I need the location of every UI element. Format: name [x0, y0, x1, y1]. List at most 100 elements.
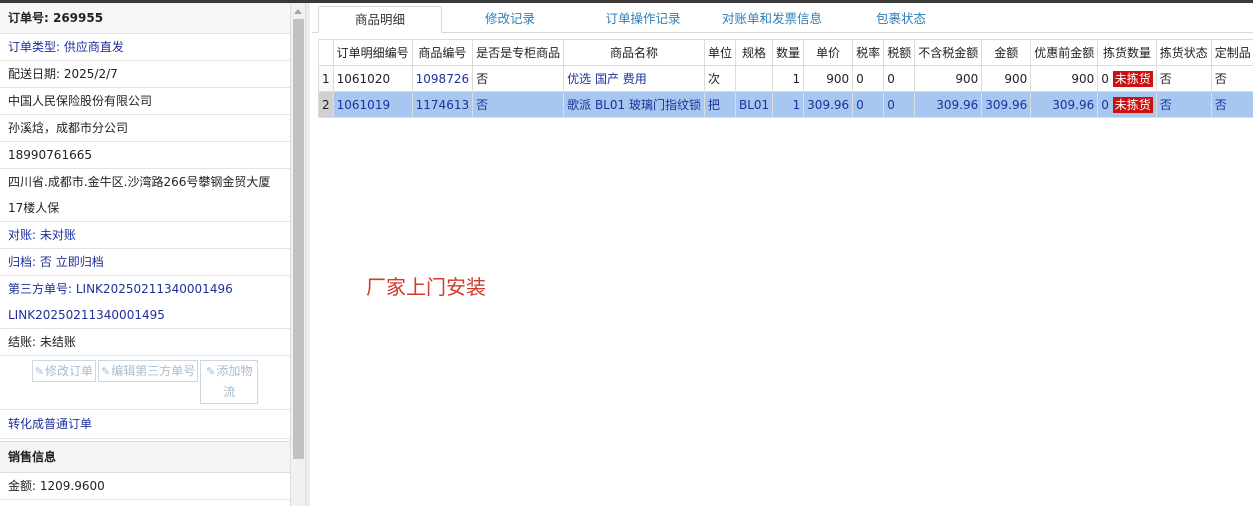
tax-rate-cell: 0 [852, 65, 885, 92]
custom-cell: 否 [1155, 65, 1212, 92]
tab-goods-detail[interactable]: 商品明细 [318, 6, 442, 33]
goods-no-link[interactable]: 1098726 [411, 65, 474, 92]
col-header[interactable]: 金额 [981, 39, 1032, 66]
unit-cell: 把 [703, 91, 736, 118]
add-logistics-label: 添加物流 [216, 364, 253, 399]
col-header[interactable]: 拣货数量 [1097, 39, 1157, 66]
row-number: 1 [318, 65, 334, 92]
tab-package-status[interactable]: 包裹状态 [858, 6, 944, 33]
unit-cell: 次 [703, 65, 736, 92]
customer-address: 四川省.成都市.金牛区.沙湾路266号攀钢金贸大厦17楼人保 [0, 169, 290, 222]
amount-cell: 309.96 [981, 91, 1032, 118]
net-amount-cell: 309.96 [914, 91, 983, 118]
left-panel-scrollbar[interactable] [290, 3, 306, 506]
col-header[interactable]: 税率 [852, 39, 885, 66]
order-number: 订单号: 269955 [0, 3, 290, 34]
customer-company: 中国人民保险股份有限公司 [0, 88, 290, 115]
archive-value: 否 [39, 255, 52, 269]
detail-no-cell: 1061019 [332, 91, 413, 118]
third-party-number-2: LINK20250211340001495 [0, 302, 290, 329]
pick-qty: 0 [1101, 98, 1109, 112]
counter-cell: 否 [472, 91, 565, 118]
col-header[interactable]: 订单明细编号 [332, 39, 413, 66]
row-number-header [318, 39, 334, 66]
col-header[interactable]: 定制品 [1210, 39, 1253, 66]
tab-bar: 商品明细 修改记录 订单操作记录 对账单和发票信息 包裹状态 [312, 3, 1253, 33]
pick-qty-cell: 0 未拣货 [1097, 91, 1157, 118]
panel-divider[interactable] [306, 3, 310, 506]
tax-rate-cell: 0 [852, 91, 885, 118]
row-number: 2 [318, 91, 334, 118]
sales-info-header: 销售信息 [0, 441, 290, 473]
tab-invoice-info[interactable]: 对账单和发票信息 [712, 6, 832, 33]
col-header[interactable]: 税额 [883, 39, 916, 66]
pick-status-badge: 未拣货 [1112, 71, 1153, 87]
qty-cell: 1 [772, 65, 805, 92]
pre-discount-cell: 309.96 [1030, 91, 1099, 118]
col-header[interactable]: 单价 [803, 39, 854, 66]
edit-icon: ✎ [101, 365, 111, 378]
archive-label: 归档: [8, 255, 37, 269]
table-row[interactable]: 1 1061020 1098726 否 优选 国产 费用 次 1 900 0 0… [318, 65, 1253, 92]
counter-cell: 否 [472, 65, 565, 92]
goods-name-cell: 优选 国产 费用 [563, 65, 705, 92]
scroll-thumb[interactable] [293, 19, 304, 459]
net-amount-cell: 900 [914, 65, 983, 92]
archive-now-link[interactable]: 立即归档 [56, 255, 104, 269]
goods-no-link[interactable]: 1174613 [411, 91, 474, 118]
tab-modify-log[interactable]: 修改记录 [462, 6, 558, 33]
col-header[interactable]: 商品名称 [563, 39, 705, 66]
col-header[interactable]: 是否是专柜商品 [472, 39, 565, 66]
goods-name-cell: 歌派 BL01 玻璃门指纹锁 [563, 91, 705, 118]
edit-order-label: 修改订单 [44, 364, 93, 378]
detail-panel: 商品明细 修改记录 订单操作记录 对账单和发票信息 包裹状态 订单明细编号 商品… [312, 3, 1253, 506]
price-cell: 900 [803, 65, 854, 92]
pick-qty: 0 [1101, 72, 1109, 86]
col-header[interactable]: 不含税金额 [914, 39, 983, 66]
col-header[interactable]: 商品编号 [411, 39, 474, 66]
reconcile-status: 对账: 未对账 [0, 222, 290, 249]
third-party-number: 第三方单号: LINK20250211340001496 [8, 282, 233, 296]
customer-contact: 孙溪焓，成都市分公司 [0, 115, 290, 142]
table-header-row: 订单明细编号 商品编号 是否是专柜商品 商品名称 单位 规格 数量 单价 税率 … [318, 39, 1253, 66]
col-header[interactable]: 规格 [734, 39, 774, 66]
action-buttons: ✎修改订单 ✎编辑第三方单号 ✎添加物流 [0, 356, 290, 410]
price-cell: 309.96 [803, 91, 854, 118]
col-header[interactable]: 拣货状态 [1155, 39, 1212, 66]
pick-status-badge: 未拣货 [1112, 97, 1153, 113]
amount-cell: 900 [981, 65, 1032, 92]
spec-cell: BL01 [734, 91, 774, 118]
delivery-date: 配送日期: 2025/2/7 [0, 61, 290, 88]
edit-third-party-button[interactable]: ✎编辑第三方单号 [98, 360, 199, 382]
col-header[interactable]: 优惠前金额 [1030, 39, 1099, 66]
goods-detail-table: 订单明细编号 商品编号 是否是专柜商品 商品名称 单位 规格 数量 单价 税率 … [318, 39, 1253, 118]
tab-operation-log[interactable]: 订单操作记录 [588, 6, 698, 33]
qty-cell: 1 [772, 91, 805, 118]
edit-third-party-label: 编辑第三方单号 [111, 364, 196, 378]
col-header[interactable]: 单位 [703, 39, 736, 66]
pick-qty-cell: 0 未拣货 [1097, 65, 1157, 92]
tax-cell: 0 [883, 65, 916, 92]
scroll-up-arrow-icon[interactable] [294, 9, 302, 14]
add-logistics-button[interactable]: ✎添加物流 [200, 360, 259, 404]
detail-no-cell: 1061020 [332, 65, 413, 92]
order-info-panel: 订单号: 269955 订单类型: 供应商直发 配送日期: 2025/2/7 中… [0, 3, 290, 506]
settle-status: 结账: 未结账 [0, 329, 290, 356]
installation-note: 厂家上门安装 [366, 275, 486, 299]
table-row[interactable]: 2 1061019 1174613 否 歌派 BL01 玻璃门指纹锁 把 BL0… [318, 91, 1253, 118]
col-header[interactable]: 数量 [772, 39, 805, 66]
anti-cell: 否 [1210, 65, 1253, 92]
anti-cell: 否 [1210, 91, 1253, 118]
sales-amount: 金额: 1209.9600 [0, 473, 290, 500]
custom-cell: 否 [1155, 91, 1212, 118]
customer-phone: 18990761665 [0, 142, 290, 169]
spec-cell [734, 65, 774, 92]
tax-cell: 0 [883, 91, 916, 118]
pre-discount-cell: 900 [1030, 65, 1099, 92]
edit-icon: ✎ [34, 365, 44, 378]
order-type: 订单类型: 供应商直发 [0, 34, 290, 61]
edit-order-button[interactable]: ✎修改订单 [31, 360, 96, 382]
edit-icon: ✎ [206, 365, 216, 378]
convert-normal-order-link[interactable]: 转化成普通订单 [0, 410, 290, 439]
archive-status: 归档: 否 立即归档 [0, 249, 290, 276]
